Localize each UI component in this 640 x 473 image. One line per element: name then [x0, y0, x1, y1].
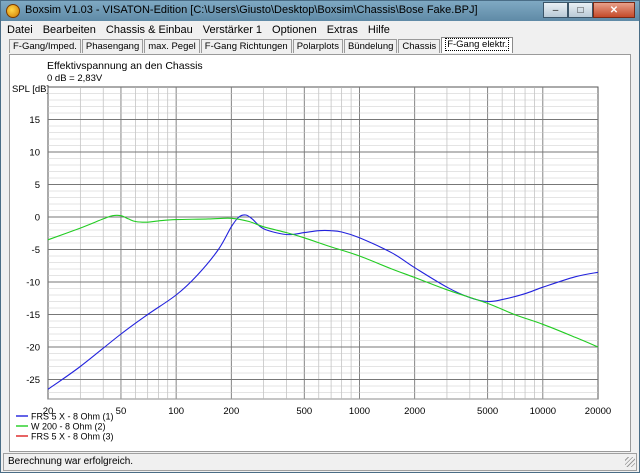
title-bar[interactable]: Boxsim V1.03 - VISATON-Edition [C:\Users… — [1, 1, 639, 21]
tab-chassis[interactable]: Chassis — [398, 39, 441, 53]
y-tick-label: 15 — [29, 115, 40, 126]
app-window: Boxsim V1.03 - VISATON-Edition [C:\Users… — [0, 0, 640, 473]
tab-strip: F-Gang/Imped. Phasengang max. Pegel F-Ga… — [9, 37, 514, 54]
menu-verstaerker[interactable]: Verstärker 1 — [198, 24, 267, 36]
x-tick-label: 10000 — [530, 406, 556, 417]
y-tick-label: 5 — [35, 180, 40, 191]
y-tick-label: -20 — [26, 343, 40, 354]
tab-max-pegel[interactable]: max. Pegel — [144, 39, 200, 53]
y-tick-label: 0 — [35, 213, 40, 224]
menu-chassis-einbau[interactable]: Chassis & Einbau — [101, 24, 198, 36]
x-tick-label: 500 — [296, 406, 312, 417]
x-tick-label: 100 — [168, 406, 184, 417]
y-tick-label: 10 — [29, 148, 40, 159]
tab-fgang-imped[interactable]: F-Gang/Imped. — [9, 39, 81, 53]
tab-fgang-elektr-label: F-Gang elektr. — [445, 38, 510, 51]
tab-buendelung[interactable]: Bündelung — [343, 39, 398, 53]
y-axis-label: SPL [dB] — [12, 84, 49, 95]
y-tick-label: -10 — [26, 278, 40, 289]
y-tick-label: -25 — [26, 375, 40, 386]
minimize-button[interactable]: – — [543, 2, 568, 18]
tab-phasengang[interactable]: Phasengang — [81, 39, 144, 53]
status-text: Berechnung war erfolgreich. — [8, 456, 134, 467]
chart-subtitle: 0 dB = 2,83V — [47, 73, 103, 84]
window-controls: – □ ✕ — [543, 2, 635, 19]
chart-pane: Effektivspannung an den Chassis 0 dB = 2… — [9, 54, 631, 452]
x-tick-label: 5000 — [477, 406, 498, 417]
status-bar: Berechnung war erfolgreich. — [3, 453, 637, 471]
maximize-button[interactable]: □ — [568, 2, 593, 18]
resize-grip-icon[interactable] — [625, 457, 635, 467]
y-tick-label: -5 — [32, 245, 40, 256]
y-tick-label: -15 — [26, 310, 40, 321]
x-tick-label: 20000 — [585, 406, 611, 417]
chart-grid — [47, 86, 599, 400]
window-title: Boxsim V1.03 - VISATON-Edition [C:\Users… — [25, 4, 478, 16]
menu-bearbeiten[interactable]: Bearbeiten — [38, 24, 101, 36]
menu-hilfe[interactable]: Hilfe — [363, 24, 395, 36]
x-tick-label: 50 — [116, 406, 127, 417]
tab-polarplots[interactable]: Polarplots — [292, 39, 343, 53]
app-icon — [6, 4, 20, 18]
menu-extras[interactable]: Extras — [322, 24, 363, 36]
legend-label-2: W 200 - 8 Ohm (2) — [31, 422, 106, 432]
x-tick-label: 200 — [223, 406, 239, 417]
x-tick-label: 2000 — [404, 406, 425, 417]
tab-fgang-richtungen[interactable]: F-Gang Richtungen — [200, 39, 292, 53]
close-button[interactable]: ✕ — [593, 2, 635, 18]
frequency-response-chart: Effektivspannung an den Chassis 0 dB = 2… — [12, 60, 611, 442]
menu-bar: Datei Bearbeiten Chassis & Einbau Verstä… — [2, 21, 638, 38]
chart-legend: FRS 5 X - 8 Ohm (1)W 200 - 8 Ohm (2)FRS … — [16, 412, 114, 442]
menu-datei[interactable]: Datei — [2, 24, 38, 36]
menu-optionen[interactable]: Optionen — [267, 24, 322, 36]
chart-title: Effektivspannung an den Chassis — [47, 60, 203, 72]
legend-label-3: FRS 5 X - 8 Ohm (3) — [31, 432, 114, 442]
x-tick-label: 1000 — [349, 406, 370, 417]
tab-fgang-elektr[interactable]: F-Gang elektr. — [441, 37, 514, 53]
legend-label-1: FRS 5 X - 8 Ohm (1) — [31, 412, 114, 422]
